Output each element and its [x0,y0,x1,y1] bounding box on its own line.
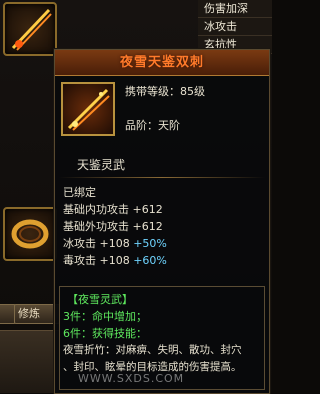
stat-value: +612 [132,203,163,216]
grade-value: 天阶 [158,119,180,132]
set-name: 【夜雪灵武】 [67,293,133,306]
attr-row: 伤害加深 [198,0,272,18]
stat-label: 基础外功攻击 [63,220,129,233]
attribute-list: 伤害加深 冰攻击 玄抗性 [198,0,272,54]
watermark-text: WWW.SXDS.COM [78,372,185,385]
set-line: 3件：命中增加； [63,310,147,323]
stat-bonus: +50% [133,237,167,250]
equip-slot-ring[interactable] [3,207,57,261]
grade: 品阶：天阶 [125,117,180,133]
dual-dagger-icon [67,88,110,131]
equip-slot-weapon[interactable] [3,2,57,56]
stat-label: 基础内功攻击 [63,203,129,216]
stat-label: 冰攻击 [63,237,96,250]
stat-row: 冰攻击 +108 +50% [63,235,167,251]
stat-bonus: +60% [133,254,167,267]
ring-icon [11,219,49,249]
set-line: 6件：获得技能： [63,327,147,340]
stat-row: 基础内功攻击 +612 [63,201,163,217]
item-icon [61,82,115,136]
attr-row: 冰攻击 [198,18,272,36]
set-line: 夜雪折竹：对麻痹、失明、散功、封穴 [63,344,242,356]
carry-level-value: 85级 [180,85,205,98]
item-tooltip: 夜雪天鉴双刺 携带等级：85级 品阶：天阶 天鉴灵武 已绑定 基础内功攻击 +6… [54,49,270,394]
bound-status: 已绑定 [63,186,96,199]
stat-label: 毒攻击 [63,254,96,267]
stat-row: 毒攻击 +108 +60% [63,252,167,268]
bottom-strip [0,330,60,393]
item-subtitle: 天鉴灵武 [77,158,126,172]
stat-row: 基础外功攻击 +612 [63,218,163,234]
separator [59,177,265,178]
stat-value: +612 [132,220,163,233]
grade-label: 品阶： [125,119,158,132]
stat-value: +108 [99,237,130,250]
item-title: 夜雪天鉴双刺 [119,55,204,70]
stat-value: +108 [99,254,130,267]
weapon-icon [11,8,52,51]
carry-level-label: 携带等级： [125,85,180,98]
carry-level: 携带等级：85级 [125,83,205,99]
